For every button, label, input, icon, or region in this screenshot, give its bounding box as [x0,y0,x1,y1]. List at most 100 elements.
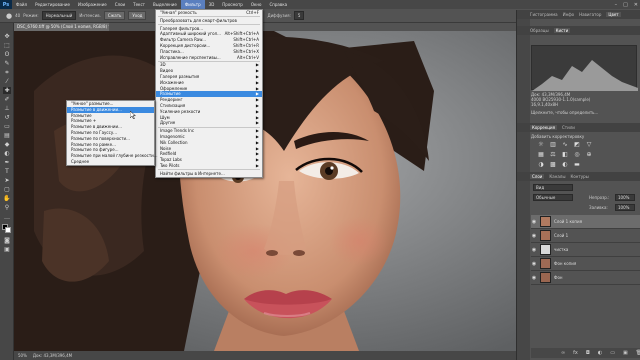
shape-tool-icon[interactable]: ▢ [3,186,11,193]
brightness-icon[interactable]: ☼ [537,142,545,148]
layer-row[interactable]: ◉ Фон копия [531,257,640,271]
brush-tool-icon[interactable]: ✐ [3,96,11,103]
layer-kind-filter[interactable]: Вид [533,184,573,191]
zoom-tool-icon[interactable]: ⚲ [3,204,11,211]
menu-layers[interactable]: Слои [111,0,129,9]
tab-layers[interactable]: Слои [530,174,545,179]
tab-color[interactable]: Цвет [606,12,621,17]
gradient-tool-icon[interactable]: ▤ [3,132,11,139]
layer-row[interactable]: ◉ чистка [531,243,640,257]
menu-file[interactable]: Файл [12,0,31,9]
menu-3d[interactable]: 3D [205,0,219,9]
layer-row[interactable]: ◉ Слой 1 копия [531,215,640,229]
blur-tool-icon[interactable]: ◆ [3,141,11,148]
tab-styles[interactable]: Стили [562,125,575,130]
visibility-eye-icon[interactable]: ◉ [531,219,537,225]
filter_menu-menu-item[interactable]: Преобразовать для смарт-фильтров [156,18,262,24]
filter_menu-menu-item[interactable]: Исправление перспективы... Alt+Ctrl+V [156,55,262,61]
path-select-icon[interactable]: ➤ [3,177,11,184]
tab-channels[interactable]: Каналы [549,174,565,179]
opacity-input[interactable]: 100% [615,194,635,201]
canvas-area[interactable] [14,31,516,351]
eraser-tool-icon[interactable]: ▭ [3,123,11,130]
trash-icon[interactable]: 🗑 [636,350,640,356]
tab-info[interactable]: Инфо [563,12,574,17]
type-tool-icon[interactable]: T [3,168,11,175]
eyedropper-tool-icon[interactable]: ⁄ [3,78,11,85]
vibrance-icon[interactable]: ▽ [585,142,593,148]
close-button[interactable]: ✕ [634,2,638,8]
zoom-level[interactable]: 50% [18,353,27,358]
minimize-button[interactable]: – [615,2,618,8]
stamp-tool-icon[interactable]: ⊥ [3,105,11,112]
healing-brush-icon[interactable]: ✚ [3,87,11,94]
visibility-eye-icon[interactable]: ◉ [531,247,537,253]
bw-icon[interactable]: ◧ [561,152,569,158]
layer-row[interactable]: ◉ Фон [531,271,640,285]
link-layers-icon[interactable]: ∞ [561,350,565,356]
move-tool-icon[interactable]: ✥ [3,33,11,40]
new-layer-icon[interactable]: ▣ [623,350,628,356]
lasso-tool-icon[interactable]: ʘ [3,51,11,58]
background-color-swatch[interactable] [5,227,11,233]
menu-view[interactable]: Просмотр [218,0,247,9]
layer-style-icon[interactable]: fx [573,350,578,356]
filter_menu-menu-item[interactable]: Найти фильтры в Интернете... [156,171,262,177]
tab-brushes[interactable]: Кисти [553,28,571,33]
exposure-icon[interactable]: ◩ [573,142,581,148]
layer-row[interactable]: ◉ Слой 1 [531,229,640,243]
marquee-tool-icon[interactable]: ⬚ [3,42,11,49]
posterize-icon[interactable]: ▩ [549,162,557,168]
tab-navigator[interactable]: Навигатор [579,12,601,17]
pen-tool-icon[interactable]: ✒ [3,159,11,166]
fill-input[interactable]: 100% [615,204,635,211]
hand-tool-icon[interactable]: ✋ [3,195,11,202]
filter_menu-menu-item[interactable]: Другие ▶ [156,120,262,126]
curves-icon[interactable]: ∿ [561,142,569,148]
care-button[interactable]: Уход [128,11,147,20]
blur_submenu-menu-item[interactable]: Среднее [67,159,154,165]
tab-adjustments[interactable]: Коррекция [530,125,557,130]
adjustment-layer-icon[interactable]: ◐ [598,350,602,356]
brush-preset-icon[interactable]: ● [6,12,12,20]
filter_menu-menu-item[interactable]: Two Pilots ▶ [156,163,262,169]
tab-histogram[interactable]: Гистограмма [530,12,558,17]
dodge-tool-icon[interactable]: ◐ [3,150,11,157]
menu-filter[interactable]: Фильтр [180,0,205,9]
color-balance-icon[interactable]: ⚖ [549,152,557,158]
blend-mode-select[interactable]: Обычные [533,194,573,201]
mode-select[interactable]: Нормальный [41,11,77,20]
diffusion-input[interactable]: 5 [293,11,305,20]
photo-filter-icon[interactable]: ◎ [573,152,581,158]
menu-item-label: Noise [160,145,172,151]
invert-icon[interactable]: ◑ [537,162,545,168]
gradient-map-icon[interactable]: ▬ [573,162,581,168]
squeeze-button[interactable]: Сжать [103,11,126,20]
add-mask-icon[interactable]: ◘ [586,350,590,356]
channel-mixer-icon[interactable]: ⊕ [585,152,593,158]
crop-tool-icon[interactable]: ⌗ [3,69,11,76]
threshold-icon[interactable]: ◐ [561,162,569,168]
menu-text[interactable]: Текст [129,0,149,9]
maximize-button[interactable]: □ [623,2,628,8]
history-brush-icon[interactable]: ↺ [3,114,11,121]
screen-mode-icon[interactable]: ▣ [3,246,11,253]
menu-help[interactable]: Справка [265,0,291,9]
visibility-eye-icon[interactable]: ◉ [531,275,537,281]
menu-edit[interactable]: Редактирование [31,0,74,9]
tab-swatches[interactable]: Образцы [530,28,549,33]
filter_menu-menu-item[interactable]: "Умная" резкость Ctrl+F [156,10,262,16]
menu-select[interactable]: Выделение [149,0,181,9]
menu-image[interactable]: Изображение [74,0,111,9]
more-tools-icon[interactable]: … [3,214,11,221]
visibility-eye-icon[interactable]: ◉ [531,261,537,267]
group-icon[interactable]: ▭ [610,350,615,356]
visibility-eye-icon[interactable]: ◉ [531,233,537,239]
quick-select-tool-icon[interactable]: ✎ [3,60,11,67]
menu-window[interactable]: Окно [247,0,266,9]
document-tab[interactable]: DSC_6760.tiff @ 50% (Слой 1 копия, RGB/8… [14,23,109,31]
hue-icon[interactable]: ▦ [537,152,545,158]
quick-mask-icon[interactable]: ◙ [3,237,11,244]
levels-icon[interactable]: ▥ [549,142,557,148]
tab-paths[interactable]: Контуры [570,174,588,179]
